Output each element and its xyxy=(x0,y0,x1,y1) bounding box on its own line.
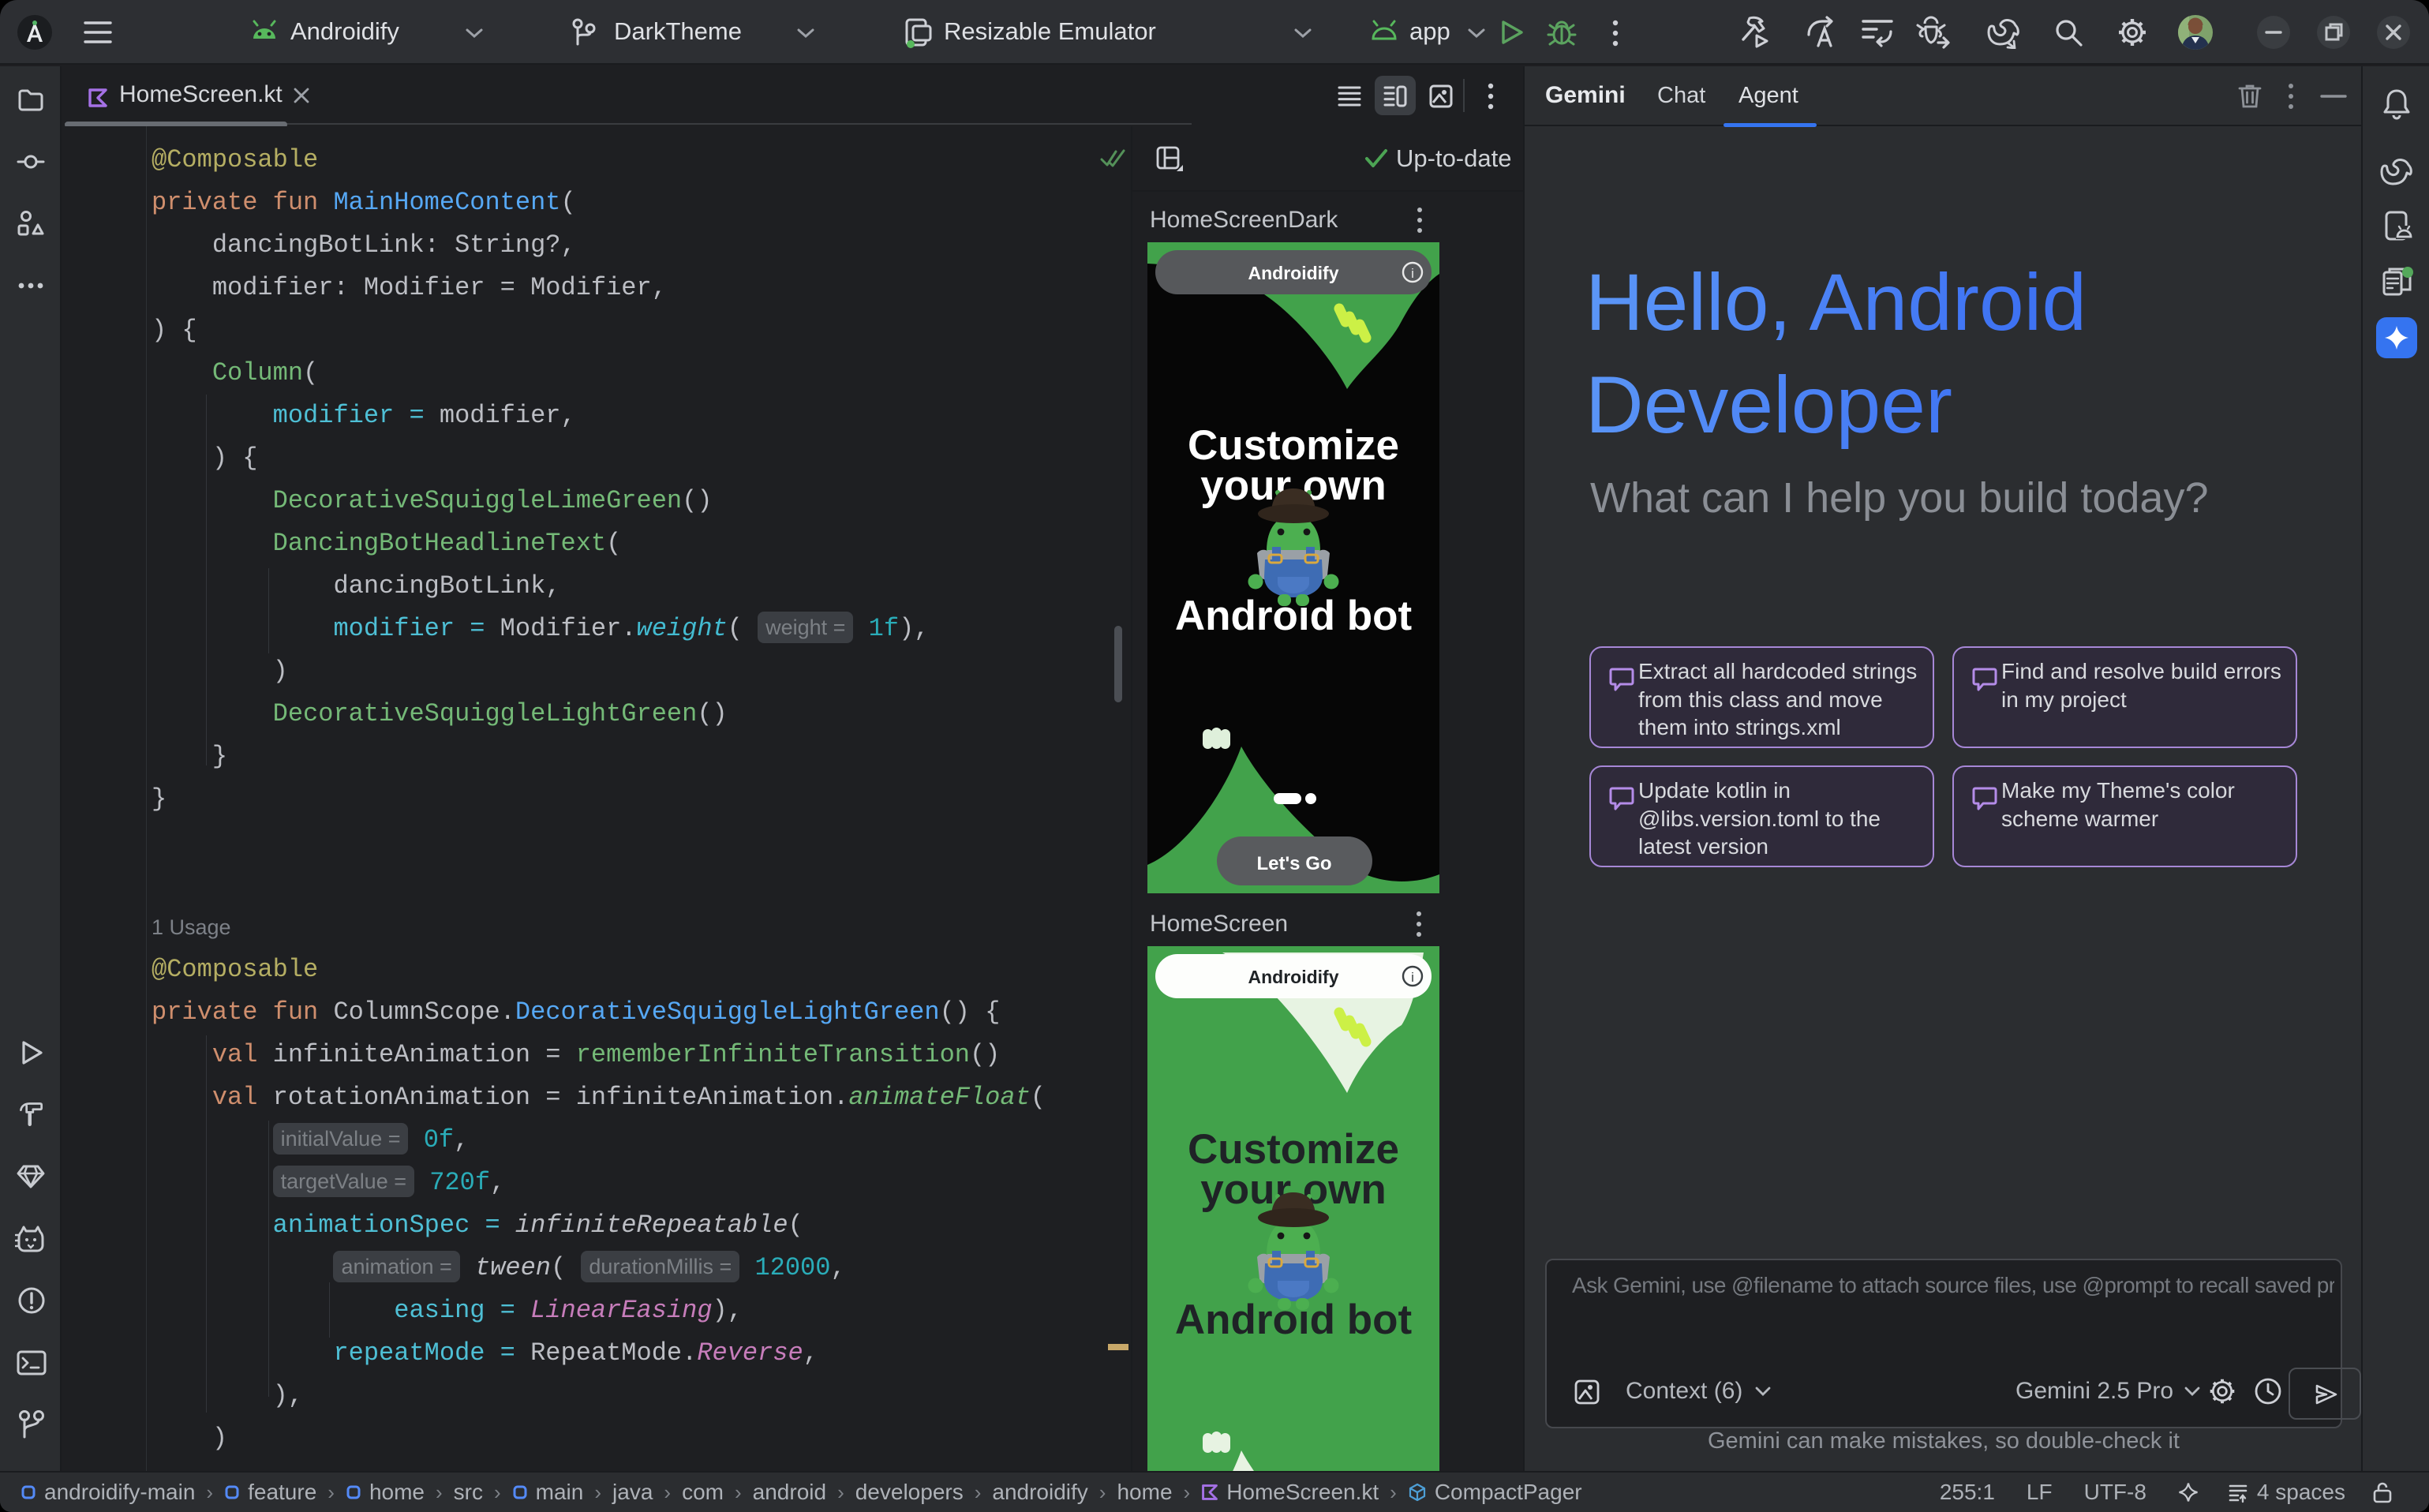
svg-text:Android bot: Android bot xyxy=(1175,1297,1412,1343)
svg-text:Androidify: Androidify xyxy=(1248,967,1339,987)
svg-text:Android bot: Android bot xyxy=(1175,593,1412,639)
svg-text:Androidify: Androidify xyxy=(1248,263,1339,283)
svg-text:Let's Go: Let's Go xyxy=(1256,853,1331,874)
svg-text:i: i xyxy=(1411,970,1414,985)
svg-text:i: i xyxy=(1411,266,1414,281)
